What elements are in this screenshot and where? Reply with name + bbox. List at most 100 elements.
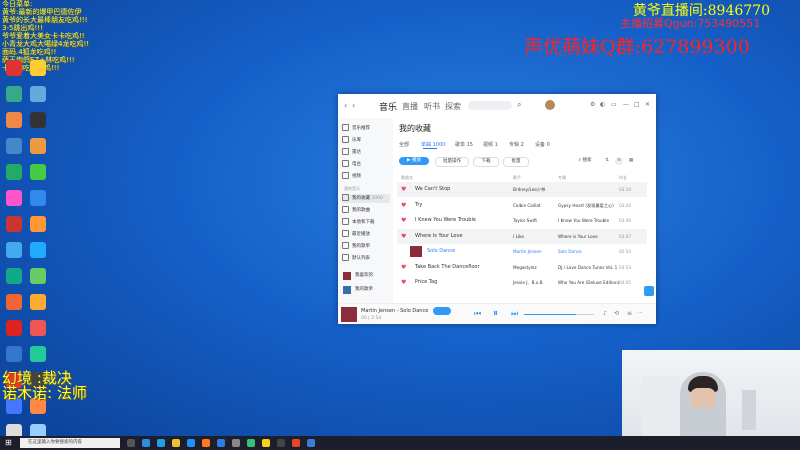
heart-icon[interactable]: ♥ — [401, 229, 406, 244]
song-artist[interactable]: Britney/Lee少爷 — [513, 182, 545, 197]
sidebar-playlist[interactable]: 我的歌单 — [342, 284, 390, 296]
avatar[interactable] — [545, 100, 555, 110]
desktop-icon[interactable] — [24, 164, 52, 182]
table-row[interactable]: ♥ Price Tag Jessie J、B.o.B Who You Are (Del… — [397, 275, 647, 290]
task-view-icon[interactable] — [127, 439, 135, 447]
desktop-icon[interactable] — [24, 346, 52, 364]
song-album[interactable]: I Knew You Were Trouble — [558, 213, 609, 228]
more-icon[interactable]: ⋯ — [638, 310, 643, 316]
forward-icon[interactable]: › — [352, 101, 355, 110]
pause-icon[interactable]: ⏸ — [493, 308, 498, 319]
batch-button[interactable]: 批量 — [503, 157, 529, 167]
desktop-icon[interactable] — [24, 268, 52, 286]
song-album[interactable]: Who You Are (Deluxe Edition) — [558, 275, 619, 290]
table-row[interactable]: ♥ Where Is Your Love I Like Where is Your L… — [397, 228, 647, 244]
sidebar-playlist[interactable]: 我喜欢的 — [342, 270, 390, 282]
desktop-icon[interactable] — [24, 320, 52, 338]
next-icon[interactable]: ⏭ — [511, 309, 518, 319]
list-view-icon[interactable]: ≡ — [615, 157, 623, 165]
grid-view-icon[interactable]: ▦ — [627, 157, 635, 165]
gear-icon[interactable]: ⚙ — [590, 101, 595, 108]
previous-icon[interactable]: ⏮ — [474, 309, 481, 319]
sidebar-item-library[interactable]: 乐库 — [342, 136, 390, 145]
sort-icon[interactable]: ⇅ — [603, 157, 611, 165]
search-icon[interactable]: ⌕ — [517, 100, 521, 110]
desktop-icon[interactable] — [24, 190, 52, 208]
lyrics-toggle[interactable] — [433, 307, 451, 315]
tab-devices[interactable]: 设备 0 — [535, 141, 550, 148]
desktop-icon[interactable] — [24, 86, 52, 104]
qq-music-icon[interactable] — [247, 439, 255, 447]
add-to-button[interactable]: 批量操作 — [435, 157, 469, 167]
app-icon[interactable] — [217, 439, 225, 447]
tab-music[interactable]: 音乐 — [379, 100, 397, 113]
desktop-icon[interactable] — [24, 294, 52, 312]
desktop-icon[interactable] — [24, 112, 52, 130]
song-album[interactable]: Gypsy Heart (发现最爱之心) — [558, 198, 614, 213]
tab-all[interactable]: 全部 — [399, 141, 409, 148]
album-cover[interactable] — [341, 307, 357, 322]
search-list-button[interactable]: ⌕ 搜索 — [573, 157, 597, 165]
song-artist[interactable]: Jessie J、B.o.B — [513, 275, 543, 290]
heart-icon[interactable]: ♥ — [401, 275, 406, 290]
sidebar-item-my-songs[interactable]: 我的歌曲 — [342, 206, 390, 215]
song-artist[interactable]: Taylor Swift — [513, 213, 537, 228]
song-artist[interactable]: Colbie Caillat — [513, 198, 541, 213]
sidebar-item-recent[interactable]: 最近播放 — [342, 230, 390, 239]
tab-explore[interactable]: 探索 — [445, 101, 461, 112]
tab-albums[interactable]: 专辑 2 — [509, 141, 524, 148]
tab-live[interactable]: 直播 — [402, 101, 418, 112]
tab-audiobook[interactable]: 听书 — [424, 101, 440, 112]
app-icon[interactable] — [232, 439, 240, 447]
tab-songs[interactable]: 单曲 1000 — [421, 141, 445, 148]
edge-icon[interactable] — [142, 439, 150, 447]
skin-icon[interactable]: ◐ — [600, 101, 605, 108]
sidebar-item-radar[interactable]: 雷达 — [342, 148, 390, 157]
app-icon[interactable] — [262, 439, 270, 447]
heart-icon[interactable]: ♥ — [401, 213, 406, 228]
search-input[interactable] — [468, 101, 512, 110]
desktop-icon[interactable] — [24, 138, 52, 156]
song-album[interactable]: DJ / Love Dance Tunes Vol. 1 — [558, 260, 617, 275]
maximize-icon[interactable]: □ — [634, 101, 640, 108]
song-artist[interactable]: Megastylez — [513, 260, 537, 275]
qq-browser-icon[interactable] — [202, 439, 210, 447]
ie-icon[interactable] — [187, 439, 195, 447]
song-artist[interactable]: I Like — [513, 229, 524, 244]
table-row[interactable]: ♥ Take Back The Dancefloor Megastylez DJ / … — [397, 260, 647, 275]
sidebar-item-video[interactable]: 视频 — [342, 172, 390, 181]
sidebar-item-playlists[interactable]: 我的歌单 — [342, 242, 390, 251]
close-icon[interactable]: ✕ — [645, 101, 650, 108]
sidebar-item-radio[interactable]: 电台 — [342, 160, 390, 169]
app-icon[interactable] — [277, 439, 285, 447]
minimize-icon[interactable]: — — [623, 101, 629, 108]
mini-mode-icon[interactable]: ▭ — [611, 101, 617, 108]
back-icon[interactable]: ‹ — [344, 101, 347, 110]
song-album[interactable]: Where is Your Love — [558, 229, 598, 244]
lyrics-float-button[interactable] — [644, 286, 654, 296]
desktop-icon[interactable] — [24, 216, 52, 234]
table-row[interactable]: ♥ I Knew You Were Trouble Taylor Swift I Kn… — [397, 213, 647, 228]
table-row[interactable]: ♥ We Can't Stop Britney/Lee少爷 03:34 — [397, 182, 647, 197]
heart-icon[interactable]: ♥ — [401, 260, 406, 275]
file-explorer-icon[interactable] — [172, 439, 180, 447]
app-icon[interactable] — [292, 439, 300, 447]
heart-icon[interactable]: ♥ — [401, 182, 406, 197]
playlist-queue-icon[interactable]: ≡ — [627, 310, 632, 317]
sidebar-item-local[interactable]: 本地和下载 — [342, 218, 390, 227]
volume-icon[interactable]: ♪ — [603, 310, 607, 317]
desktop-icon[interactable] — [24, 242, 52, 260]
play-all-button[interactable]: ▶ 播放 — [399, 157, 429, 165]
song-artist[interactable]: Martin Jensen — [513, 244, 542, 259]
taskbar-search-input[interactable]: 在这里输入你要搜索的内容 — [20, 438, 120, 448]
download-button[interactable]: 下载 — [473, 157, 499, 167]
table-row[interactable]: ♥ Try Colbie Caillat Gypsy Heart (发现最爱之心) 03… — [397, 198, 647, 213]
loop-icon[interactable]: ⟲ — [614, 310, 619, 317]
song-album[interactable]: Solo Dance — [558, 244, 582, 259]
windows-start-icon[interactable]: ⊞ — [5, 438, 12, 447]
sidebar-item-favorites[interactable]: 我的收藏 1000 — [342, 194, 390, 203]
app-icon[interactable] — [307, 439, 315, 447]
tab-playlists[interactable]: 歌单 15 — [455, 141, 473, 148]
tab-videos[interactable]: 视频 1 — [483, 141, 498, 148]
table-row[interactable]: Solo Dance Martin Jensen Solo Dance 02:54 — [397, 244, 647, 259]
